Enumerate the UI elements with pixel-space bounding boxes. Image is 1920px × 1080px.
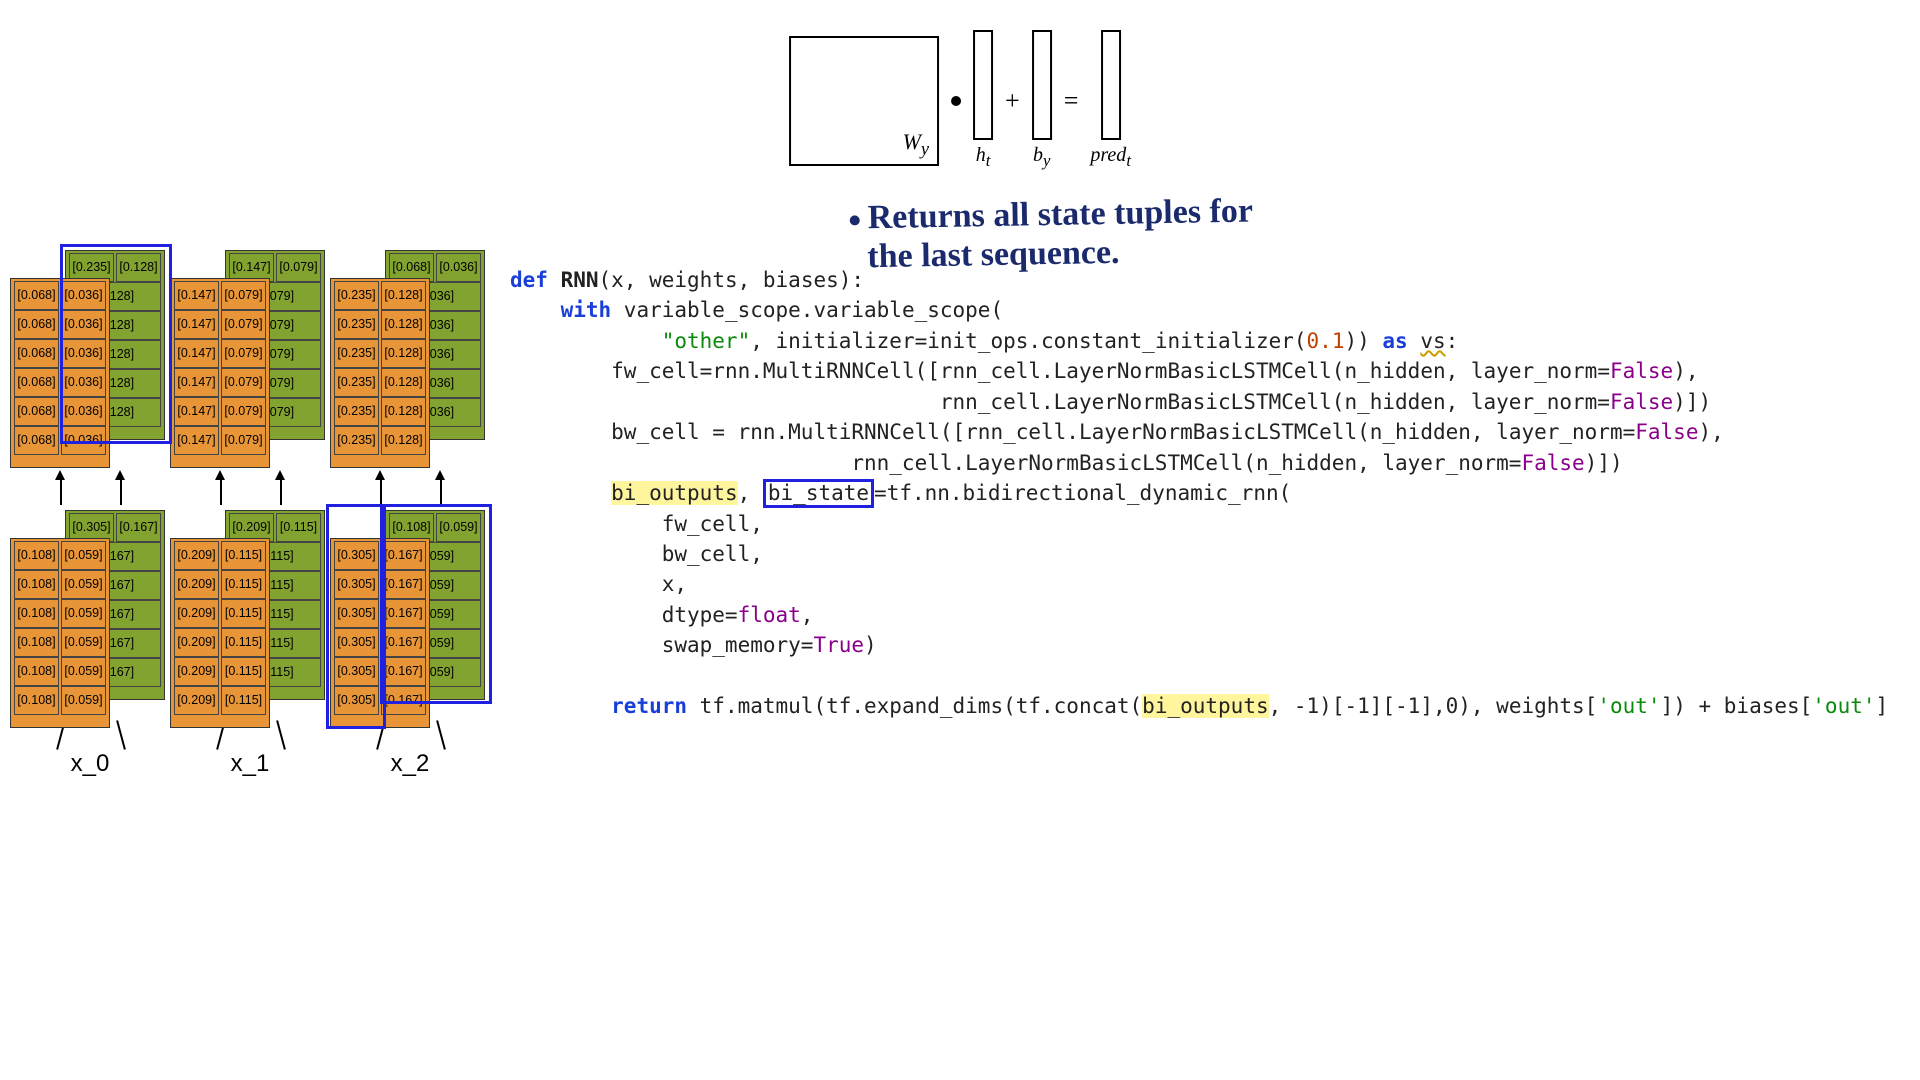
forward-cell: [0.147][0.079] [0.147][0.079] [0.147][0.… <box>170 278 270 468</box>
lstm-cell-pair: [0.209][0.115] [0.115] [0.115] [0.115] [… <box>170 510 330 720</box>
highlighted-var-box: bi_state <box>763 479 874 508</box>
arrow-icon <box>375 470 385 480</box>
lstm-cell-pair: [0.305][0.167] [0.167] [0.167] [0.167] [… <box>10 510 170 720</box>
blue-highlight-box <box>380 504 492 704</box>
hidden-state-vector: ht <box>973 30 993 171</box>
handwritten-annotation: Returns all state tuples for the last se… <box>849 191 1254 276</box>
arrow-icon <box>116 720 126 749</box>
bias-vector: by <box>1032 30 1052 171</box>
lstm-state-diagram: [0.235][0.128] [0.128] [0.128] [0.128] [… <box>10 250 490 830</box>
arrow-icon <box>275 470 285 480</box>
arrow-icon <box>440 480 442 505</box>
arrow-icon <box>436 720 446 749</box>
arrow-icon <box>60 480 62 505</box>
arrow-icon <box>120 480 122 505</box>
arrow-icon <box>55 470 65 480</box>
plus-sign: + <box>1005 86 1020 116</box>
bullet-icon <box>850 216 860 226</box>
arrow-icon <box>435 470 445 480</box>
arrow-icon <box>280 480 282 505</box>
lstm-cell-pair: [0.147][0.079] [0.079] [0.079] [0.079] [… <box>170 250 330 460</box>
forward-cell: [0.209][0.115] [0.209][0.115] [0.209][0.… <box>170 538 270 728</box>
highlighted-var: bi_outputs <box>1142 694 1268 718</box>
arrow-icon <box>215 470 225 480</box>
weight-matrix-box: Wy <box>789 36 939 166</box>
output-equation: Wy ht + by = predt <box>789 30 1131 171</box>
arrow-icon <box>115 470 125 480</box>
prediction-vector: predt <box>1090 30 1131 171</box>
highlighted-var: bi_outputs <box>611 481 737 505</box>
timestep-labels: x_0 x_1 x_2 <box>10 750 490 778</box>
arrow-icon <box>220 480 222 505</box>
arrow-icon <box>380 480 382 505</box>
arrow-icon <box>276 720 286 749</box>
blue-highlight-box <box>60 244 172 444</box>
forward-cell: [0.235][0.128] [0.235][0.128] [0.235][0.… <box>330 278 430 468</box>
blue-highlight-box <box>326 504 386 729</box>
dot-product-icon <box>951 96 961 106</box>
lstm-cell-pair: [0.068][0.036] [0.036] [0.036] [0.036] [… <box>330 250 490 460</box>
forward-cell: [0.108][0.059] [0.108][0.059] [0.108][0.… <box>10 538 110 728</box>
equals-sign: = <box>1064 86 1079 116</box>
code-snippet: def RNN(x, weights, biases): with variab… <box>510 265 1888 722</box>
